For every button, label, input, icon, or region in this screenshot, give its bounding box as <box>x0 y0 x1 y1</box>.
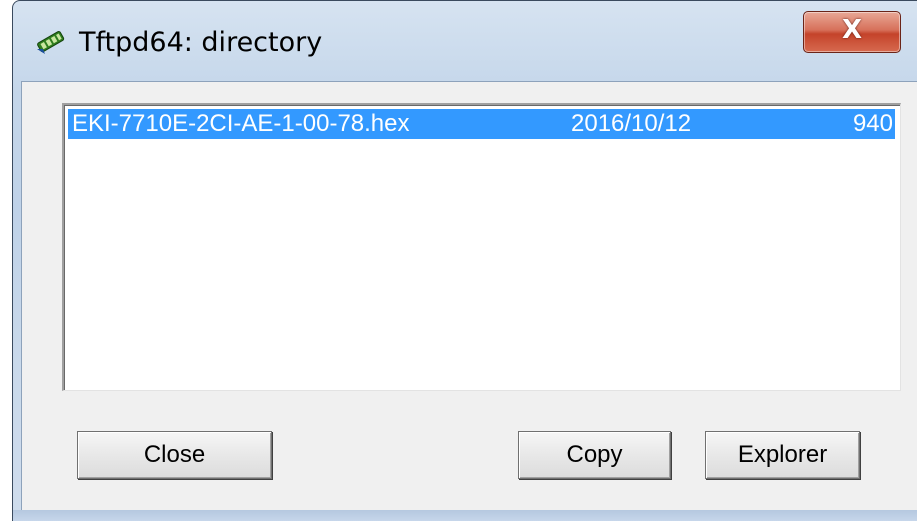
dialog-window: Tftpd64: directory X EKI-7710E-2CI-AE-1-… <box>12 0 917 521</box>
close-button[interactable]: Close <box>77 431 272 479</box>
copy-button[interactable]: Copy <box>518 431 671 479</box>
tftpd-app-icon <box>35 27 69 57</box>
title-bar[interactable]: Tftpd64: directory X <box>13 1 917 81</box>
window-title: Tftpd64: directory <box>79 27 323 58</box>
file-list[interactable]: EKI-7710E-2CI-AE-1-00-78.hex 2016/10/12 … <box>62 103 901 391</box>
file-size: 940 <box>852 110 893 137</box>
window-close-button[interactable]: X <box>803 11 901 53</box>
list-item[interactable]: EKI-7710E-2CI-AE-1-00-78.hex 2016/10/12 … <box>68 109 895 139</box>
file-date: 2016/10/12 <box>571 110 692 137</box>
file-name: EKI-7710E-2CI-AE-1-00-78.hex <box>72 110 410 137</box>
close-icon: X <box>841 15 863 45</box>
explorer-button[interactable]: Explorer <box>705 431 860 479</box>
dialog-client-area: EKI-7710E-2CI-AE-1-00-78.hex 2016/10/12 … <box>21 81 917 512</box>
window-bottom-frame <box>13 510 917 521</box>
